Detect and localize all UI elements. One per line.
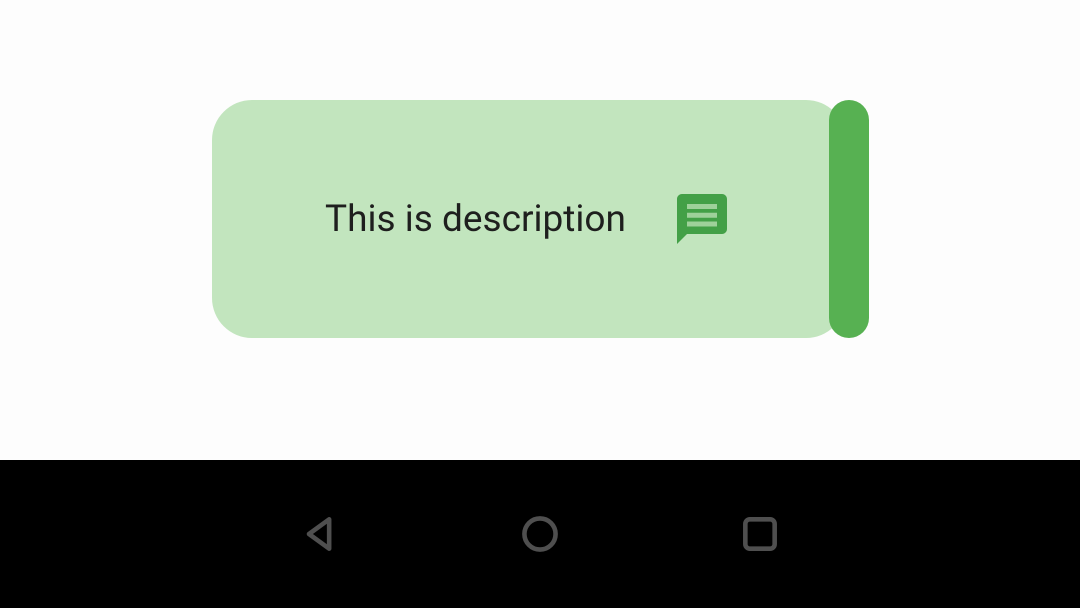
content-area: This is description — [0, 0, 1080, 460]
navigation-bar — [0, 460, 1080, 608]
description-text: This is description — [325, 198, 626, 241]
card-container: This is description — [212, 100, 869, 338]
description-card[interactable]: This is description — [212, 100, 846, 338]
home-button[interactable] — [518, 512, 562, 556]
accent-bar — [829, 100, 869, 338]
message-icon — [672, 189, 732, 249]
back-button[interactable] — [298, 512, 342, 556]
recent-apps-button[interactable] — [738, 512, 782, 556]
